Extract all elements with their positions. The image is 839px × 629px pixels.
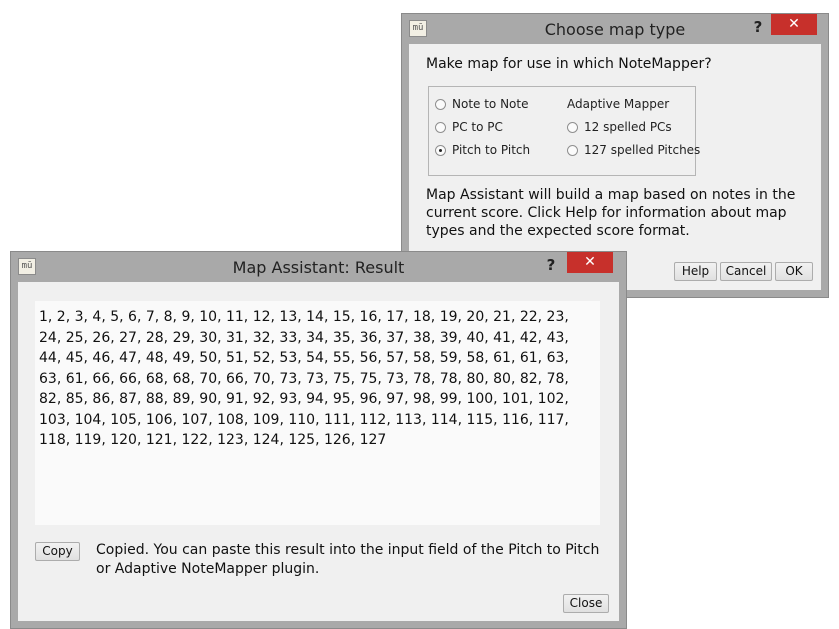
copy-button[interactable]: Copy <box>35 542 80 561</box>
radio-label: Note to Note <box>452 97 529 111</box>
radio-label: 127 spelled Pitches <box>584 143 701 157</box>
result-text-area[interactable]: 1, 2, 3, 4, 5, 6, 7, 8, 9, 10, 11, 12, 1… <box>35 301 600 525</box>
ok-button[interactable]: OK <box>775 262 813 281</box>
radio-12-spelled-pcs[interactable]: 12 spelled PCs <box>567 120 672 134</box>
radio-selected-icon[interactable] <box>435 145 446 156</box>
question-label: Make map for use in which NoteMapper? <box>426 56 712 72</box>
radio-note-to-note[interactable]: Note to Note <box>435 97 529 111</box>
radio-pitch-to-pitch[interactable]: Pitch to Pitch <box>435 143 530 157</box>
radio-label: 12 spelled PCs <box>584 120 672 134</box>
help-question-icon[interactable]: ? <box>541 256 561 274</box>
radio-127-spelled-pitches[interactable]: 127 spelled Pitches <box>567 143 700 157</box>
cancel-button[interactable]: Cancel <box>720 262 772 281</box>
description-text: Map Assistant will build a map based on … <box>426 187 796 239</box>
status-message: Copied. You can paste this result into t… <box>96 542 600 577</box>
radio-circle-icon[interactable] <box>567 145 578 156</box>
help-button[interactable]: Help <box>674 262 717 281</box>
dialog-body: 1, 2, 3, 4, 5, 6, 7, 8, 9, 10, 11, 12, 1… <box>18 282 619 621</box>
help-question-icon[interactable]: ? <box>748 18 768 36</box>
map-assistant-result-dialog: mū Map Assistant: Result ? ✕ 1, 2, 3, 4,… <box>10 251 627 629</box>
radio-circle-icon[interactable] <box>567 122 578 133</box>
close-icon[interactable]: ✕ <box>567 252 613 273</box>
adaptive-mapper-header: Adaptive Mapper <box>567 97 670 111</box>
radio-label: PC to PC <box>452 120 503 134</box>
title-bar[interactable]: mū Map Assistant: Result ? ✕ <box>11 252 626 282</box>
radio-circle-icon[interactable] <box>435 99 446 110</box>
map-type-group: Note to Note PC to PC Pitch to Pitch Ada… <box>428 86 700 176</box>
close-icon[interactable]: ✕ <box>771 14 817 35</box>
radio-circle-icon[interactable] <box>435 122 446 133</box>
dialog-title: Map Assistant: Result <box>232 258 405 277</box>
radio-label: Pitch to Pitch <box>452 143 531 157</box>
radio-pc-to-pc[interactable]: PC to PC <box>435 120 503 134</box>
close-button[interactable]: Close <box>563 594 609 613</box>
title-bar[interactable]: mū Choose map type ? ✕ <box>402 14 828 44</box>
